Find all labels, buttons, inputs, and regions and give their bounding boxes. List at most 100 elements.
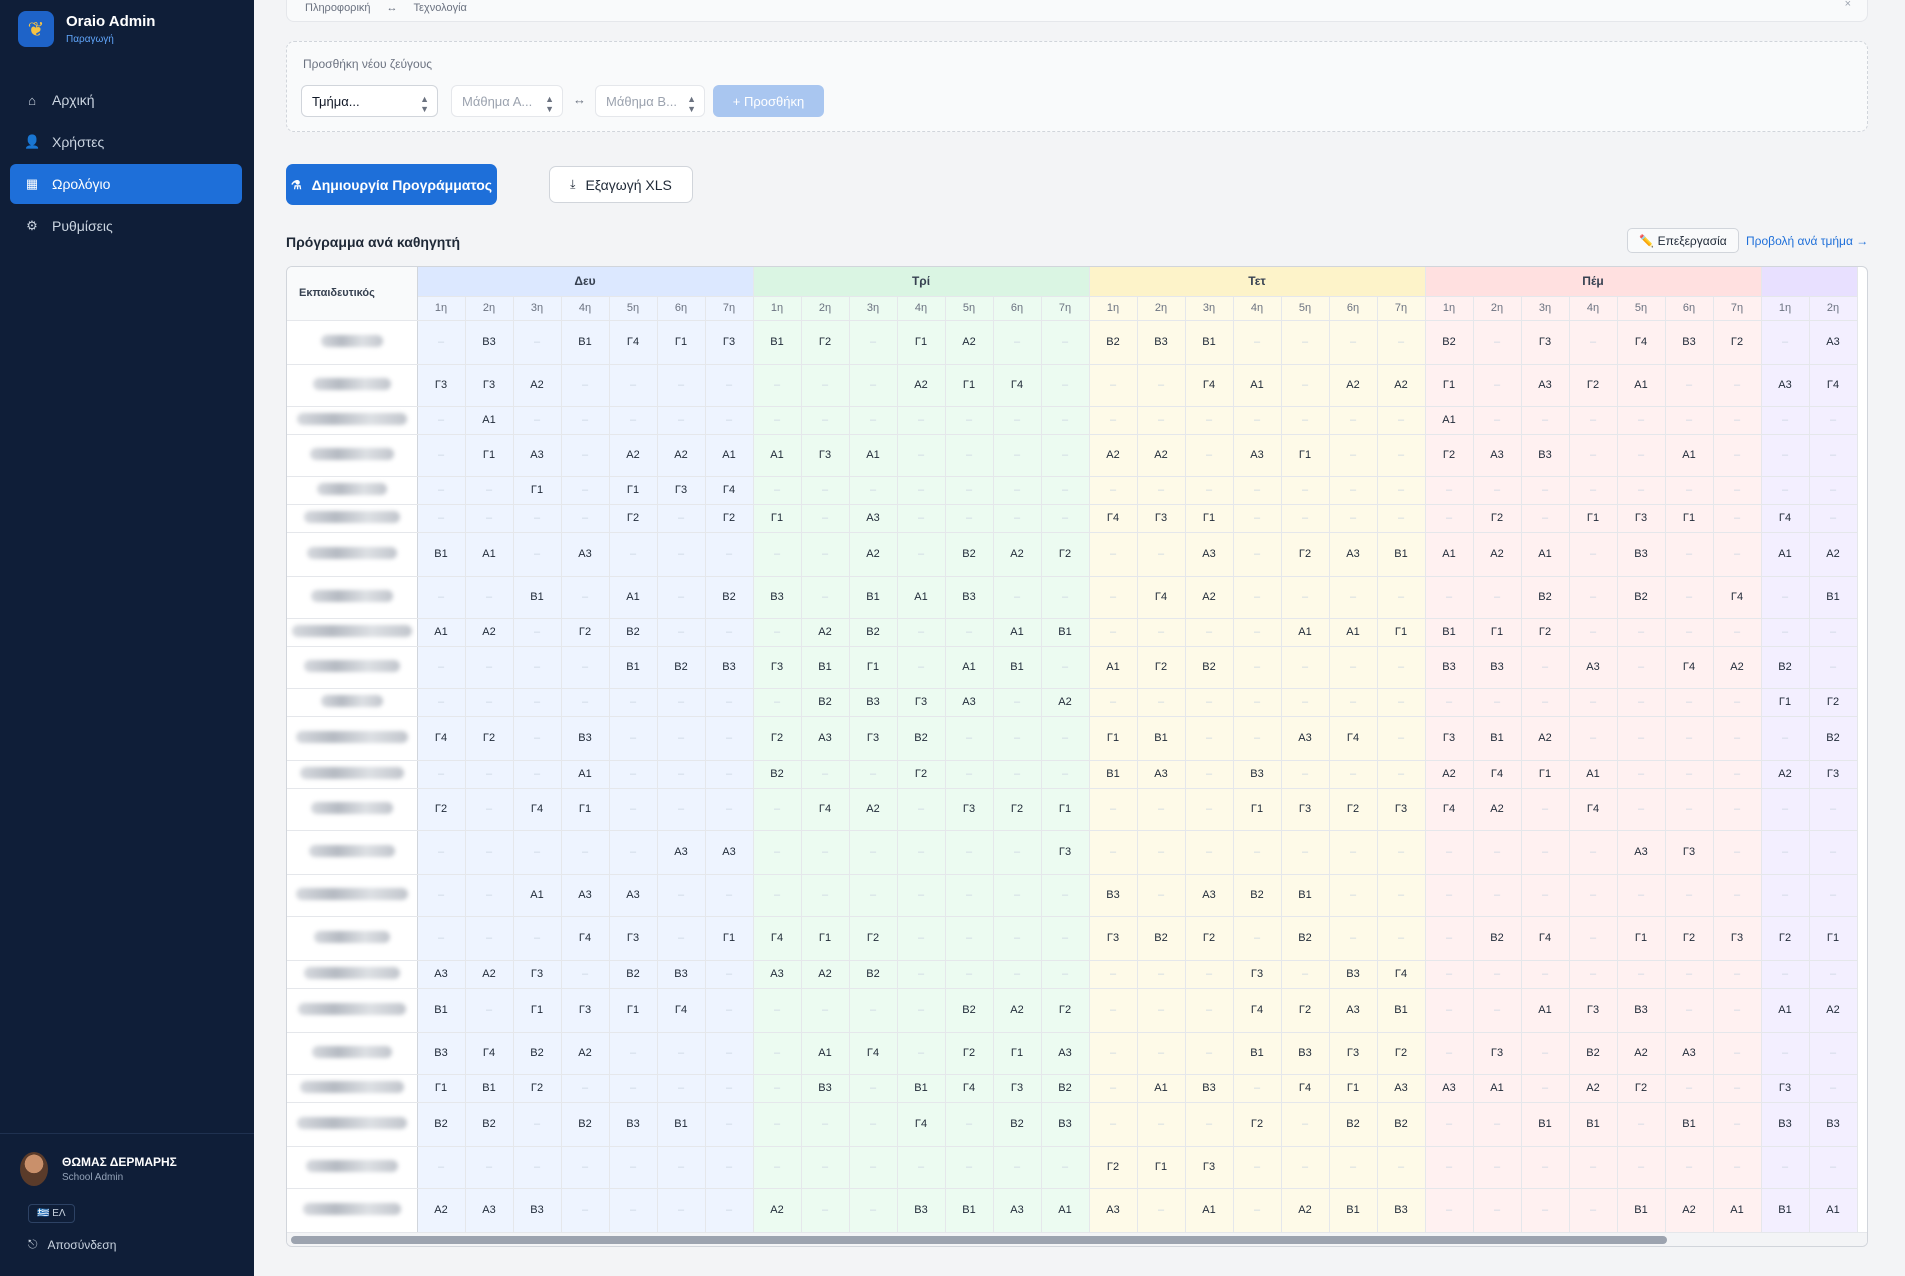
schedule-cell[interactable]: Γ2 [1281, 988, 1330, 1033]
schedule-cell[interactable]: Γ1 [1377, 618, 1426, 647]
schedule-cell[interactable]: Γ3 [1137, 504, 1186, 533]
schedule-cell[interactable]: Α1 [1185, 1188, 1234, 1233]
schedule-cell[interactable]: – [1089, 476, 1138, 505]
schedule-cell[interactable]: Γ3 [609, 916, 658, 961]
schedule-cell[interactable]: Β1 [945, 1188, 994, 1233]
schedule-cell[interactable]: – [1473, 364, 1522, 407]
schedule-cell[interactable]: Β3 [705, 646, 754, 689]
schedule-cell[interactable]: – [657, 760, 706, 789]
schedule-cell[interactable]: – [1041, 874, 1090, 917]
schedule-cell[interactable]: – [1425, 916, 1474, 961]
schedule-cell[interactable]: Β1 [657, 1102, 706, 1147]
schedule-cell[interactable]: Β1 [801, 646, 850, 689]
schedule-cell[interactable]: Γ1 [1473, 618, 1522, 647]
schedule-cell[interactable]: – [705, 364, 754, 407]
schedule-cell[interactable]: – [1569, 830, 1618, 875]
schedule-cell[interactable]: Α3 [657, 830, 706, 875]
schedule-cell[interactable]: Γ3 [1041, 830, 1090, 875]
schedule-cell[interactable]: – [1569, 716, 1618, 761]
schedule-cell[interactable]: Γ3 [1425, 716, 1474, 761]
schedule-cell[interactable]: – [1041, 576, 1090, 619]
schedule-cell[interactable]: – [1473, 688, 1522, 717]
schedule-cell[interactable]: Α1 [465, 532, 514, 577]
schedule-cell[interactable]: – [1569, 476, 1618, 505]
schedule-cell[interactable]: – [1425, 1032, 1474, 1075]
schedule-cell[interactable]: – [1617, 874, 1666, 917]
schedule-cell[interactable]: Γ1 [1569, 504, 1618, 533]
schedule-cell[interactable]: – [897, 874, 946, 917]
schedule-cell[interactable]: Γ2 [1713, 320, 1762, 365]
schedule-cell[interactable]: – [1665, 1074, 1714, 1103]
schedule-cell[interactable]: – [561, 406, 610, 435]
schedule-cell[interactable]: – [417, 760, 466, 789]
schedule-cell[interactable]: – [1617, 688, 1666, 717]
schedule-cell[interactable]: – [657, 916, 706, 961]
schedule-cell[interactable]: Γ3 [561, 988, 610, 1033]
schedule-cell[interactable]: Γ4 [513, 788, 562, 831]
schedule-cell[interactable]: Α3 [849, 504, 898, 533]
schedule-cell[interactable]: – [1089, 532, 1138, 577]
schedule-cell[interactable]: Γ4 [705, 476, 754, 505]
schedule-cell[interactable]: Γ3 [945, 788, 994, 831]
schedule-cell[interactable]: Α1 [561, 760, 610, 789]
schedule-cell[interactable]: – [705, 760, 754, 789]
teacher-name-cell[interactable] [287, 320, 418, 365]
schedule-cell[interactable]: – [705, 988, 754, 1033]
schedule-cell[interactable]: Α2 [1713, 646, 1762, 689]
schedule-cell[interactable]: Γ3 [1329, 1032, 1378, 1075]
schedule-cell[interactable]: – [1329, 434, 1378, 477]
schedule-cell[interactable]: Β2 [1089, 320, 1138, 365]
schedule-cell[interactable]: – [1713, 988, 1762, 1033]
schedule-cell[interactable]: – [513, 646, 562, 689]
schedule-cell[interactable]: – [1521, 1074, 1570, 1103]
schedule-cell[interactable]: – [1377, 874, 1426, 917]
schedule-cell[interactable]: – [849, 1146, 898, 1189]
schedule-cell[interactable]: Γ2 [1281, 532, 1330, 577]
schedule-cell[interactable]: – [609, 788, 658, 831]
schedule-cell[interactable]: Α3 [1089, 1188, 1138, 1233]
schedule-cell[interactable]: Β2 [945, 532, 994, 577]
schedule-cell[interactable]: – [1281, 760, 1330, 789]
schedule-cell[interactable]: Α3 [513, 434, 562, 477]
schedule-cell[interactable]: Β1 [1233, 1032, 1282, 1075]
schedule-cell[interactable]: Β1 [1281, 874, 1330, 917]
schedule-cell[interactable]: Β2 [1041, 1074, 1090, 1103]
schedule-cell[interactable]: – [1473, 874, 1522, 917]
schedule-cell[interactable]: – [1665, 988, 1714, 1033]
schedule-cell[interactable]: – [609, 364, 658, 407]
edit-button[interactable]: ✏️ Επεξεργασία [1627, 228, 1739, 253]
schedule-cell[interactable]: – [753, 988, 802, 1033]
schedule-cell[interactable]: – [1329, 916, 1378, 961]
schedule-cell[interactable]: – [1137, 1188, 1186, 1233]
schedule-cell[interactable]: – [1713, 504, 1762, 533]
schedule-cell[interactable]: – [1809, 646, 1858, 689]
teacher-name-cell[interactable] [287, 618, 418, 647]
schedule-cell[interactable]: Α3 [1329, 532, 1378, 577]
schedule-cell[interactable]: – [1233, 406, 1282, 435]
schedule-cell[interactable]: – [801, 576, 850, 619]
schedule-cell[interactable]: – [849, 988, 898, 1033]
schedule-cell[interactable]: – [657, 364, 706, 407]
schedule-cell[interactable]: Β1 [417, 988, 466, 1033]
schedule-cell[interactable]: – [1329, 476, 1378, 505]
schedule-cell[interactable]: Γ4 [1233, 988, 1282, 1033]
schedule-cell[interactable]: – [993, 760, 1042, 789]
schedule-cell[interactable]: – [1809, 830, 1858, 875]
schedule-cell[interactable]: – [1089, 688, 1138, 717]
schedule-cell[interactable]: Β3 [801, 1074, 850, 1103]
schedule-cell[interactable]: Α3 [1473, 434, 1522, 477]
schedule-cell[interactable]: Γ4 [657, 988, 706, 1033]
schedule-cell[interactable]: – [1089, 1074, 1138, 1103]
schedule-cell[interactable]: Α1 [1425, 406, 1474, 435]
schedule-cell[interactable]: Α1 [609, 576, 658, 619]
schedule-cell[interactable]: – [1713, 1102, 1762, 1147]
schedule-cell[interactable]: – [1233, 716, 1282, 761]
teacher-name-cell[interactable] [287, 406, 418, 435]
schedule-cell[interactable]: Α1 [1809, 1188, 1858, 1233]
schedule-cell[interactable]: Γ1 [465, 434, 514, 477]
schedule-cell[interactable]: – [1617, 646, 1666, 689]
schedule-cell[interactable]: Α3 [561, 874, 610, 917]
schedule-cell[interactable]: Α2 [1089, 434, 1138, 477]
schedule-cell[interactable]: Α2 [1041, 688, 1090, 717]
schedule-cell[interactable]: – [1473, 320, 1522, 365]
